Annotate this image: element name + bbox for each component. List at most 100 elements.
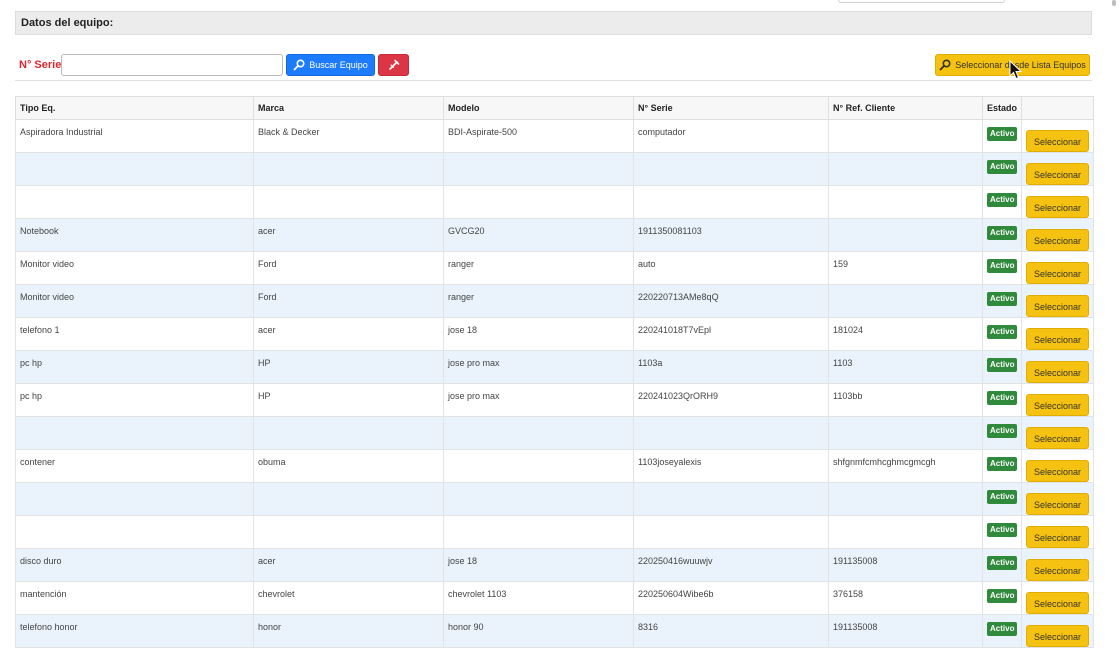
cell-accion: Seleccionar xyxy=(1021,152,1094,186)
status-badge: Activo xyxy=(987,358,1018,372)
cell-accion: Seleccionar xyxy=(1021,416,1094,450)
clear-button[interactable] xyxy=(378,54,409,76)
cell-accion: Seleccionar xyxy=(1021,350,1094,384)
status-badge: Activo xyxy=(987,160,1018,174)
select-row-button[interactable]: Seleccionar xyxy=(1026,625,1089,647)
cell-modelo xyxy=(443,482,634,516)
select-row-button[interactable]: Seleccionar xyxy=(1026,394,1089,416)
select-row-button[interactable]: Seleccionar xyxy=(1026,130,1089,152)
table-row: Activo Seleccionar xyxy=(15,515,1094,549)
select-row-button[interactable]: Seleccionar xyxy=(1026,559,1089,581)
cell-serie: 1911350081103 xyxy=(633,218,829,252)
select-row-button[interactable]: Seleccionar xyxy=(1026,361,1089,383)
cell-marca: HP xyxy=(253,350,444,384)
search-equipment-label: Buscar Equipo xyxy=(309,60,368,70)
cell-tipo: contener xyxy=(15,449,254,483)
status-badge: Activo xyxy=(987,193,1018,207)
table-row: contener obuma 1103joseyalexis shfgnmfcmhcg… xyxy=(15,449,1094,483)
table-row: Activo Seleccionar xyxy=(15,482,1094,516)
table-row: pc hp HP jose pro max 1103a 1103 Activo Selecc… xyxy=(15,350,1094,384)
cell-tipo: Aspiradora Industrial xyxy=(15,119,254,153)
cell-ref-cliente: 191135008 xyxy=(828,548,983,582)
cell-accion: Seleccionar xyxy=(1021,482,1094,516)
cell-modelo: jose 18 xyxy=(443,317,634,351)
cell-modelo xyxy=(443,152,634,186)
cell-tipo: mantención xyxy=(15,581,254,615)
table-body: Aspiradora Industrial Black & Decker BDI-A… xyxy=(15,119,1094,648)
cell-serie xyxy=(633,416,829,450)
status-badge: Activo xyxy=(987,622,1018,636)
status-badge: Activo xyxy=(987,127,1018,141)
cell-modelo xyxy=(443,416,634,450)
scrollbar-thumb[interactable] xyxy=(1112,0,1116,6)
cell-ref-cliente: 376158 xyxy=(828,581,983,615)
cell-ref-cliente xyxy=(828,152,983,186)
section-title: Datos del equipo: xyxy=(21,17,114,29)
cell-estado: Activo xyxy=(982,416,1022,450)
section-header: Datos del equipo: xyxy=(15,11,1092,35)
cell-serie xyxy=(633,482,829,516)
cell-tipo xyxy=(15,185,254,219)
select-row-button[interactable]: Seleccionar xyxy=(1026,526,1089,548)
cell-marca: chevrolet xyxy=(253,581,444,615)
cell-serie: 8316 xyxy=(633,614,829,648)
cell-modelo: ranger xyxy=(443,251,634,285)
cell-tipo xyxy=(15,416,254,450)
status-badge: Activo xyxy=(987,556,1018,570)
cell-marca xyxy=(253,152,444,186)
select-row-button[interactable]: Seleccionar xyxy=(1026,493,1089,515)
select-row-button[interactable]: Seleccionar xyxy=(1026,163,1089,185)
divider xyxy=(15,80,1092,81)
cell-marca: HP xyxy=(253,383,444,417)
cell-serie xyxy=(633,152,829,186)
select-row-button[interactable]: Seleccionar xyxy=(1026,196,1089,218)
select-row-button[interactable]: Seleccionar xyxy=(1026,427,1089,449)
cell-tipo: disco duro xyxy=(15,548,254,582)
serial-input[interactable] xyxy=(61,54,283,76)
select-row-button[interactable]: Seleccionar xyxy=(1026,460,1089,482)
table-row: telefono honor honor honor 90 8316 191135008… xyxy=(15,614,1094,648)
cell-tipo: pc hp xyxy=(15,350,254,384)
cell-ref-cliente xyxy=(828,284,983,318)
header-marca: Marca xyxy=(253,96,444,120)
cell-estado: Activo xyxy=(982,284,1022,318)
cell-modelo: honor 90 xyxy=(443,614,634,648)
status-badge: Activo xyxy=(987,325,1018,339)
cell-accion: Seleccionar xyxy=(1021,218,1094,252)
cell-accion: Seleccionar xyxy=(1021,185,1094,219)
cell-tipo: pc hp xyxy=(15,383,254,417)
header-estado: Estado xyxy=(982,96,1022,120)
select-row-button[interactable]: Seleccionar xyxy=(1026,592,1089,614)
cell-serie: 220220713AMe8qQ xyxy=(633,284,829,318)
header-accion xyxy=(1021,96,1094,120)
cell-marca: Black & Decker xyxy=(253,119,444,153)
select-row-button[interactable]: Seleccionar xyxy=(1026,229,1089,251)
cell-marca xyxy=(253,416,444,450)
cell-serie: 220241018T7vEpl xyxy=(633,317,829,351)
cell-serie: 220241023QrORH9 xyxy=(633,383,829,417)
table-row: Activo Seleccionar xyxy=(15,152,1094,186)
cell-modelo: chevrolet 1103 xyxy=(443,581,634,615)
select-row-button[interactable]: Seleccionar xyxy=(1026,295,1089,317)
cell-serie: computador xyxy=(633,119,829,153)
select-row-button[interactable]: Seleccionar xyxy=(1026,262,1089,284)
top-input-remnant[interactable] xyxy=(838,0,1005,3)
cell-modelo xyxy=(443,515,634,549)
search-equipment-button[interactable]: Buscar Equipo xyxy=(286,54,375,76)
select-row-button[interactable]: Seleccionar xyxy=(1026,328,1089,350)
cell-accion: Seleccionar xyxy=(1021,548,1094,582)
cell-modelo: jose pro max xyxy=(443,350,634,384)
cell-tipo xyxy=(15,515,254,549)
header-ref-cliente: N° Ref. Cliente xyxy=(828,96,983,120)
cell-serie: 220250604Wibe6b xyxy=(633,581,829,615)
cell-ref-cliente xyxy=(828,119,983,153)
cell-modelo: jose 18 xyxy=(443,548,634,582)
equipment-table: Tipo Eq. Marca Modelo N° Serie N° Ref. Clien… xyxy=(15,96,1094,648)
cell-modelo: GVCG20 xyxy=(443,218,634,252)
cell-ref-cliente: 159 xyxy=(828,251,983,285)
cell-modelo: BDI-Aspirate-500 xyxy=(443,119,634,153)
search-icon xyxy=(939,59,951,71)
cell-accion: Seleccionar xyxy=(1021,119,1094,153)
status-badge: Activo xyxy=(987,490,1018,504)
cell-ref-cliente xyxy=(828,416,983,450)
